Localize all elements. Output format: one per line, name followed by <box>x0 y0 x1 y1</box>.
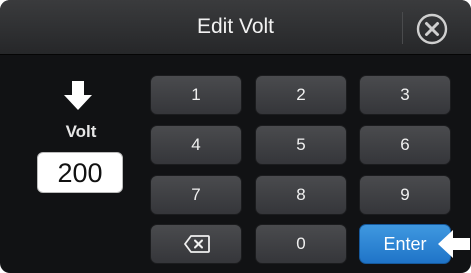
volt-label: Volt <box>65 122 97 141</box>
key-4[interactable]: 4 <box>150 125 242 165</box>
dialog-title: Edit Volt <box>196 15 275 38</box>
key-9[interactable]: 9 <box>359 175 451 215</box>
edit-dialog: Edit Volt Volt 200 1 2 3 4 5 6 7 8 9 0 E… <box>0 0 471 273</box>
volt-value-field[interactable]: 200 <box>37 152 123 193</box>
key-7[interactable]: 7 <box>150 175 242 215</box>
key-5[interactable]: 5 <box>255 125 347 165</box>
key-1[interactable]: 1 <box>150 75 242 115</box>
arrow-left-icon <box>438 230 470 258</box>
backspace-button[interactable] <box>150 224 242 264</box>
key-0[interactable]: 0 <box>255 224 347 264</box>
title-divider <box>402 12 403 44</box>
key-6[interactable]: 6 <box>359 125 451 165</box>
title-bar: Edit Volt <box>0 0 471 55</box>
key-8[interactable]: 8 <box>255 175 347 215</box>
key-3[interactable]: 3 <box>359 75 451 115</box>
arrow-down-icon <box>64 81 92 110</box>
key-2[interactable]: 2 <box>255 75 347 115</box>
close-circle-icon <box>416 13 448 45</box>
backspace-icon <box>184 235 210 253</box>
close-button[interactable] <box>414 11 450 47</box>
